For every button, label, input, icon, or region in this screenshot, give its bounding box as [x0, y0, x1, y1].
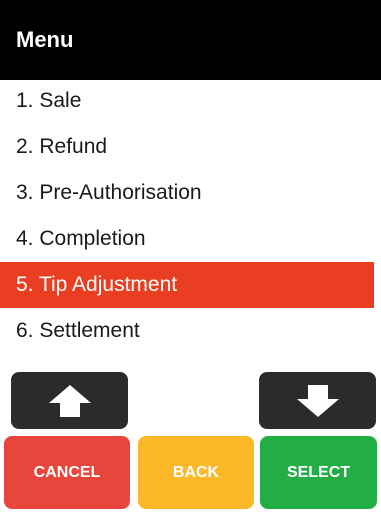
scroll-down-button[interactable] [259, 372, 376, 429]
menu-header: Menu [0, 0, 381, 80]
scroll-up-button[interactable] [11, 372, 128, 429]
cancel-button-label: CANCEL [33, 463, 101, 481]
menu-item-tip-adjustment[interactable]: 5. Tip Adjustment [0, 262, 374, 308]
arrow-up-icon [47, 383, 93, 419]
cancel-button[interactable]: CANCEL [4, 436, 130, 509]
page-title: Menu [16, 27, 74, 52]
menu-item-pre-authorisation[interactable]: 3. Pre-Authorisation [0, 170, 381, 216]
menu-list: 1. Sale 2. Refund 3. Pre-Authorisation 4… [0, 78, 381, 354]
select-button[interactable]: SELECT [260, 436, 377, 509]
arrow-down-icon [295, 383, 341, 419]
back-button-label: BACK [172, 463, 220, 481]
select-button-label: SELECT [286, 463, 351, 481]
back-button[interactable]: BACK [138, 436, 254, 509]
menu-item-completion[interactable]: 4. Completion [0, 216, 381, 262]
menu-item-settlement[interactable]: 6. Settlement [0, 308, 381, 354]
menu-item-refund[interactable]: 2. Refund [0, 124, 381, 170]
menu-item-sale[interactable]: 1. Sale [0, 78, 381, 124]
